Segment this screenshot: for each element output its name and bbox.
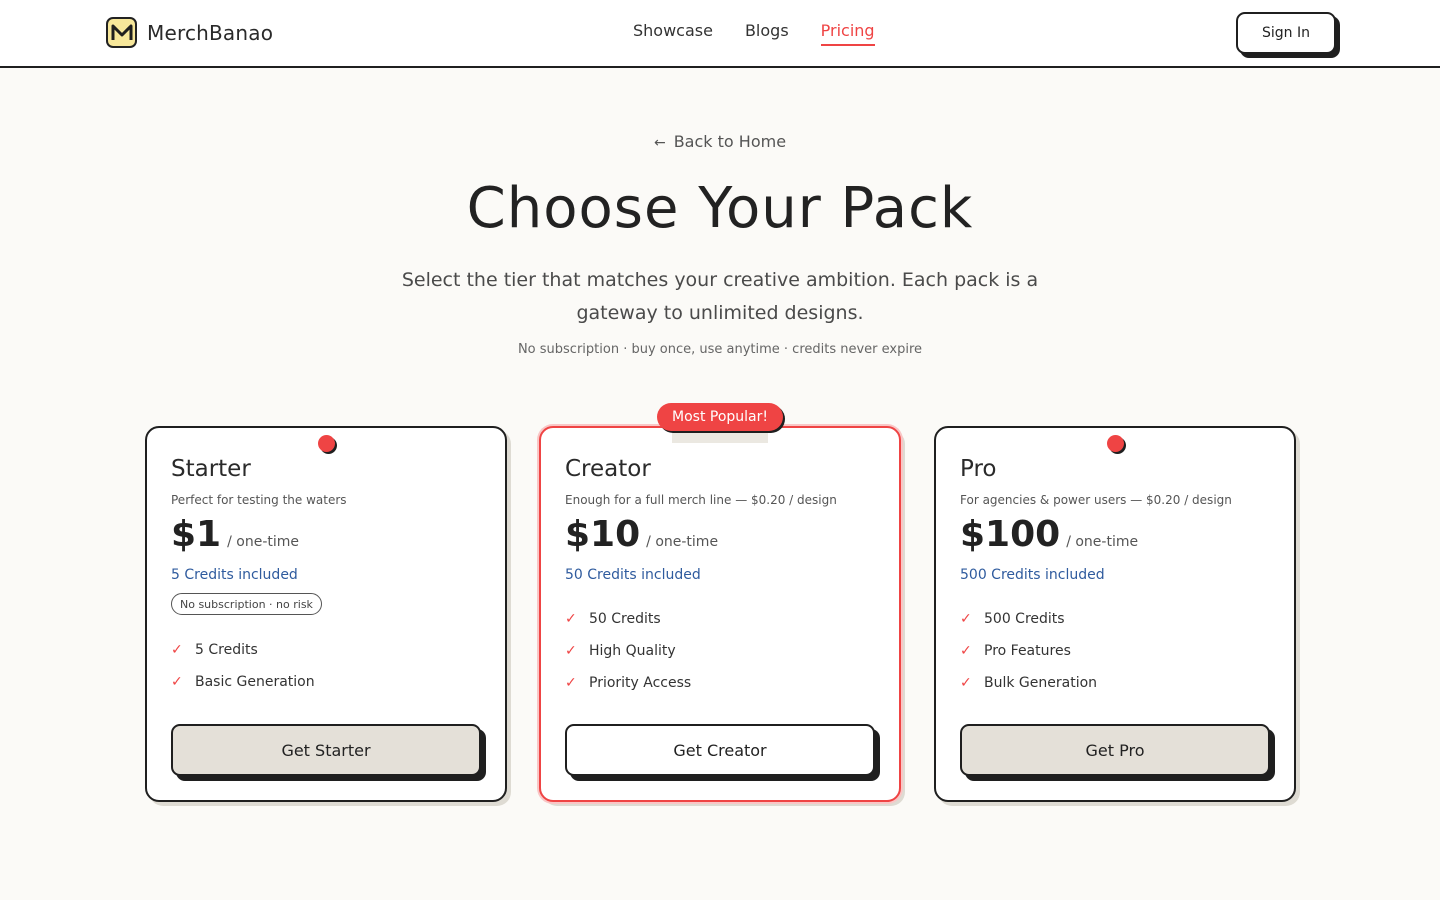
site-header: MerchBanao Showcase Blogs Pricing Sign I… <box>0 0 1440 68</box>
feature-list: ✓ 500 Credits ✓ Pro Features ✓ Bulk Generat… <box>960 603 1097 699</box>
feature-item: ✓ 50 Credits <box>565 603 691 635</box>
plan-credits: 500 Credits included <box>960 567 1105 583</box>
nav-showcase[interactable]: Showcase <box>633 21 713 46</box>
plan-price: $10 <box>565 514 641 555</box>
feature-list: ✓ 5 Credits ✓ Basic Generation <box>171 634 315 698</box>
plan-name: Starter <box>171 456 251 482</box>
logo-m-glyph <box>111 24 132 40</box>
plan-description: For agencies & power users — $0.20 / des… <box>960 493 1232 507</box>
pricing-note: No subscription · buy once, use anytime … <box>517 342 923 357</box>
brand-logo[interactable]: MerchBanao <box>106 17 273 48</box>
check-icon: ✓ <box>171 642 183 658</box>
feature-label: Bulk Generation <box>984 675 1098 691</box>
plan-price: $100 <box>960 514 1061 555</box>
plan-description: Enough for a full merch line — $0.20 / d… <box>565 493 837 507</box>
check-icon: ✓ <box>960 643 972 659</box>
check-icon: ✓ <box>171 674 183 690</box>
logo-mark-icon <box>106 17 137 48</box>
get-creator-button[interactable]: Get Creator <box>565 724 875 776</box>
nav-pricing[interactable]: Pricing <box>820 21 875 46</box>
plan-card-creator: Creator Enough for a full merch line — $… <box>539 426 901 802</box>
check-icon: ✓ <box>960 675 972 691</box>
plan-price: $1 <box>171 514 222 555</box>
get-starter-button[interactable]: Get Starter <box>171 724 481 776</box>
pin-icon <box>1107 435 1124 452</box>
pin-icon <box>318 435 335 452</box>
plan-period: / one-time <box>646 534 719 550</box>
feature-label: High Quality <box>589 643 676 659</box>
main-nav: Showcase Blogs Pricing <box>633 21 875 46</box>
feature-label: 50 Credits <box>589 611 661 627</box>
no-risk-pill: No subscription · no risk <box>171 593 322 615</box>
plan-name: Creator <box>565 456 651 482</box>
arrow-left-icon: ← <box>653 135 666 151</box>
feature-label: Pro Features <box>984 643 1071 659</box>
plan-period: / one-time <box>1066 534 1139 550</box>
price-row: $10 / one-time <box>565 514 718 555</box>
back-to-home-link[interactable]: ← Back to Home <box>0 132 1440 151</box>
plan-card-pro: Pro For agencies & power users — $0.20 /… <box>934 426 1296 802</box>
sign-in-button[interactable]: Sign In <box>1236 12 1336 54</box>
feature-label: 5 Credits <box>195 642 258 658</box>
check-icon: ✓ <box>960 611 972 627</box>
feature-item: ✓ Basic Generation <box>171 666 315 698</box>
feature-item: ✓ 500 Credits <box>960 603 1097 635</box>
plan-card-starter: Starter Perfect for testing the waters $… <box>145 426 507 802</box>
get-pro-button[interactable]: Get Pro <box>960 724 1270 776</box>
plan-credits: 5 Credits included <box>171 567 298 583</box>
page-subtitle: Select the tier that matches your creati… <box>401 269 1039 324</box>
plan-period: / one-time <box>227 534 300 550</box>
check-icon: ✓ <box>565 611 577 627</box>
back-label: Back to Home <box>673 132 787 151</box>
brand-name: MerchBanao <box>147 20 274 45</box>
plan-name: Pro <box>960 456 997 482</box>
feature-item: ✓ High Quality <box>565 635 691 667</box>
plan-description: Perfect for testing the waters <box>171 493 347 507</box>
feature-label: Basic Generation <box>195 674 315 690</box>
page-title: Choose Your Pack <box>466 176 974 241</box>
feature-item: ✓ Priority Access <box>565 667 691 699</box>
badge-tape <box>672 431 768 443</box>
nav-blogs[interactable]: Blogs <box>745 21 789 46</box>
plan-credits: 50 Credits included <box>565 567 701 583</box>
check-icon: ✓ <box>565 643 577 659</box>
feature-item: ✓ Bulk Generation <box>960 667 1097 699</box>
most-popular-badge: Most Popular! <box>657 403 783 431</box>
check-icon: ✓ <box>565 675 577 691</box>
price-row: $100 / one-time <box>960 514 1138 555</box>
feature-list: ✓ 50 Credits ✓ High Quality ✓ Priority Acce… <box>565 603 691 699</box>
feature-item: ✓ 5 Credits <box>171 634 315 666</box>
price-row: $1 / one-time <box>171 514 299 555</box>
feature-label: 500 Credits <box>984 611 1065 627</box>
feature-item: ✓ Pro Features <box>960 635 1097 667</box>
feature-label: Priority Access <box>589 675 692 691</box>
